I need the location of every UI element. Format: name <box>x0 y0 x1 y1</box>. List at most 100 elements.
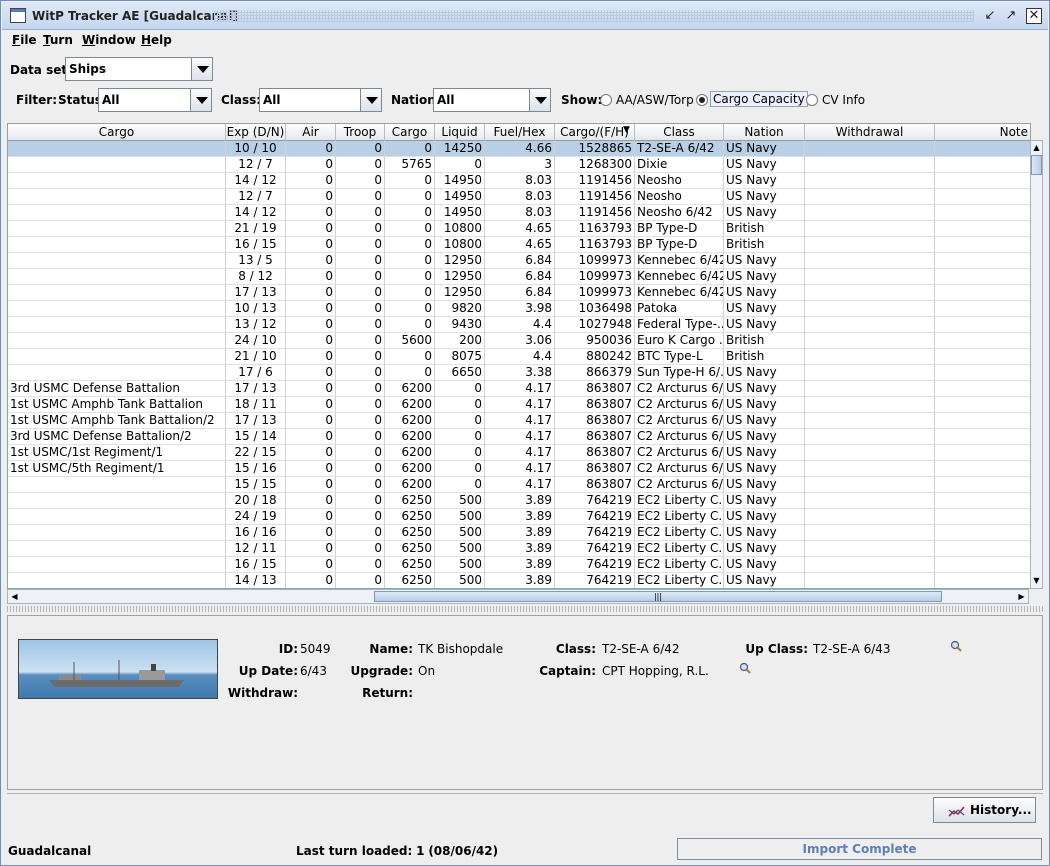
chevron-down-icon[interactable] <box>191 58 212 80</box>
table-row[interactable]: 16 / 16 0 0 6250 500 3.89 764219 EC2 Liberty C.… <box>8 525 1030 541</box>
table-row[interactable]: 16 / 15 0 0 6250 500 3.89 764219 EC2 Liberty C.… <box>8 557 1030 573</box>
radio-icon[interactable] <box>600 94 612 106</box>
table-cell: BP Type-D <box>635 237 724 253</box>
scroll-left-icon[interactable]: ◀ <box>8 590 21 603</box>
column-header[interactable]: Note <box>935 124 1030 141</box>
table-cell: 1099973 <box>555 269 635 285</box>
table-row[interactable]: 1st USMC Amphb Tank Battalion/2 17 / 13 0 0… <box>8 413 1030 429</box>
nation-filter-select[interactable]: All <box>433 88 551 112</box>
table-row[interactable]: 10 / 10 0 0 0 14250 4.66 1528865 T2-SE-A 6/42 US… <box>8 141 1030 157</box>
table-row[interactable]: 13 / 5 0 0 0 12950 6.84 1099973 Kennebec 6/42 US… <box>8 253 1030 269</box>
table-row[interactable]: 21 / 19 0 0 0 10800 4.65 1163793 BP Type-D Briti… <box>8 221 1030 237</box>
radio-cv-info[interactable]: CV Info <box>806 93 866 107</box>
table-cell <box>805 573 935 588</box>
table-row[interactable]: 17 / 6 0 0 0 6650 3.38 866379 Sun Type-H 6/... U… <box>8 365 1030 381</box>
table-cell: 0 <box>435 445 485 461</box>
title-drag-grip[interactable] <box>214 10 974 22</box>
status-filter-select[interactable]: All <box>98 88 212 112</box>
close-icon[interactable]: ✕ <box>1026 8 1042 24</box>
table-row[interactable]: 12 / 7 0 0 0 14950 8.03 1191456 Neosho US Navy <box>8 189 1030 205</box>
table-row[interactable]: 1st USMC/5th Regiment/1 15 / 16 0 0 6200 0 4.1… <box>8 461 1030 477</box>
table-cell: British <box>724 349 805 365</box>
table-row[interactable]: 14 / 12 0 0 0 14950 8.03 1191456 Neosho 6/42 US … <box>8 205 1030 221</box>
table-cell <box>805 509 935 525</box>
column-header[interactable]: Troop <box>336 124 385 141</box>
scroll-up-icon[interactable]: ▲ <box>1031 141 1042 154</box>
table-cell: US Navy <box>724 205 805 221</box>
minimize-icon[interactable]: ↙ <box>982 8 998 24</box>
chevron-down-icon[interactable] <box>529 89 550 111</box>
table-row[interactable]: 12 / 11 0 0 6250 500 3.89 764219 EC2 Liberty C.… <box>8 541 1030 557</box>
menu-turn[interactable]: Turn <box>43 33 73 47</box>
vertical-scrollbar[interactable]: ▲ ▼ <box>1030 140 1043 589</box>
magnifier-icon[interactable] <box>950 640 962 652</box>
column-header[interactable]: Air <box>286 124 336 141</box>
horizontal-scrollbar[interactable]: ◀ ||| ▶ <box>7 589 1029 604</box>
table-cell <box>935 557 1030 573</box>
maximize-icon[interactable]: ↗ <box>1003 8 1019 24</box>
table-row[interactable]: 24 / 10 0 0 5600 200 3.06 950036 Euro K Cargo .… <box>8 333 1030 349</box>
table-row[interactable]: 10 / 13 0 0 0 9820 3.98 1036498 Patoka US Navy <box>8 301 1030 317</box>
upgrade-label: Upgrade: <box>350 664 413 678</box>
table-row[interactable]: 16 / 15 0 0 0 10800 4.65 1163793 BP Type-D Briti… <box>8 237 1030 253</box>
table-row[interactable]: 20 / 18 0 0 6250 500 3.89 764219 EC2 Liberty C.… <box>8 493 1030 509</box>
table-row[interactable]: 24 / 19 0 0 6250 500 3.89 764219 EC2 Liberty C.… <box>8 509 1030 525</box>
table-cell: 0 <box>385 349 435 365</box>
menu-help[interactable]: Help <box>141 33 172 47</box>
class-filter-select[interactable]: All <box>259 88 382 112</box>
chevron-down-icon[interactable] <box>190 89 211 111</box>
column-header[interactable]: Cargo <box>8 124 226 141</box>
table-cell <box>935 237 1030 253</box>
table-row[interactable]: 1st USMC/1st Regiment/1 22 / 15 0 0 6200 0 4.1… <box>8 445 1030 461</box>
table-cell: 3 <box>485 157 555 173</box>
table-row[interactable]: 14 / 12 0 0 0 14950 8.03 1191456 Neosho US Navy <box>8 173 1030 189</box>
table-cell: 0 <box>385 365 435 381</box>
dataset-select[interactable]: Ships <box>65 57 213 81</box>
horizontal-scroll-thumb[interactable]: ||| <box>374 591 942 602</box>
table-cell: 6200 <box>385 381 435 397</box>
radio-cargo-capacity[interactable]: Cargo Capacity <box>696 91 808 107</box>
table-row[interactable]: 3rd USMC Defense Battalion/2 15 / 14 0 0 620… <box>8 429 1030 445</box>
table-cell: Federal Type-... <box>635 317 724 333</box>
split-pane-divider[interactable] <box>7 606 1043 612</box>
table-cell <box>8 365 226 381</box>
table-cell: C2 Arcturus 6/... <box>635 381 724 397</box>
table-row[interactable]: 15 / 1500620004.17863807C2 Arcturus 6/..… <box>8 477 1030 493</box>
table-cell: 12950 <box>435 269 485 285</box>
scroll-down-icon[interactable]: ▼ <box>1031 574 1042 587</box>
radio-aa-asw-torp[interactable]: AA/ASW/Torp <box>600 93 695 107</box>
column-header[interactable]: Exp (D/N) <box>226 124 286 141</box>
column-header[interactable]: Fuel/Hex <box>485 124 555 141</box>
radio-icon[interactable] <box>806 94 818 106</box>
table-row[interactable]: 13 / 12 0 0 0 9430 4.4 1027948 Federal Type-...… <box>8 317 1030 333</box>
table-row[interactable]: 17 / 13 0 0 0 12950 6.84 1099973 Kennebec 6/42 U… <box>8 285 1030 301</box>
table-row[interactable]: 3rd USMC Defense Battalion 17 / 13 0 0 6200 0… <box>8 381 1030 397</box>
history-button[interactable]: History... <box>933 797 1036 823</box>
column-header[interactable]: Liquid <box>435 124 485 141</box>
magnifier-icon[interactable] <box>739 662 751 674</box>
table-cell: 1036498 <box>555 301 635 317</box>
table-row[interactable]: 1st USMC Amphb Tank Battalion 18 / 11 0 0 62… <box>8 397 1030 413</box>
column-header[interactable]: Withdrawal <box>805 124 935 141</box>
ships-table[interactable]: Cargo Exp (D/N) Air Troop Cargo Liquid Fuel/He… <box>7 123 1031 589</box>
table-cell: 1027948 <box>555 317 635 333</box>
table-cell <box>805 477 935 493</box>
update-label: Up Date: <box>238 664 298 678</box>
column-header[interactable]: Nation <box>724 124 805 141</box>
menu-window[interactable]: Window <box>82 33 136 47</box>
table-cell: 0 <box>286 349 336 365</box>
column-header[interactable]: Class <box>635 124 724 141</box>
radio-selected-icon[interactable] <box>696 94 708 106</box>
table-row[interactable]: 21 / 10 0 0 0 8075 4.4 880242 BTC Type-L British <box>8 349 1030 365</box>
title-bar[interactable]: WitP Tracker AE [Guadalcanal] ↙ ↗ ✕ <box>2 2 1048 30</box>
table-row[interactable]: 12 / 7 0 0 5765 0 3 1268300 Dixie US Navy <box>8 157 1030 173</box>
scroll-right-icon[interactable]: ▶ <box>1015 590 1028 603</box>
menu-file[interactable]: File <box>12 33 37 47</box>
column-header[interactable]: Cargo <box>385 124 435 141</box>
table-row[interactable]: 8 / 12 0 0 0 12950 6.84 1099973 Kennebec 6/42 US… <box>8 269 1030 285</box>
table-cell <box>8 141 226 157</box>
table-row[interactable]: 14 / 13 0 0 6250 500 3.89 764219 EC2 Liberty C.… <box>8 573 1030 588</box>
vertical-scroll-thumb[interactable] <box>1031 155 1042 175</box>
table-cell: US Navy <box>724 445 805 461</box>
chevron-down-icon[interactable] <box>360 89 381 111</box>
